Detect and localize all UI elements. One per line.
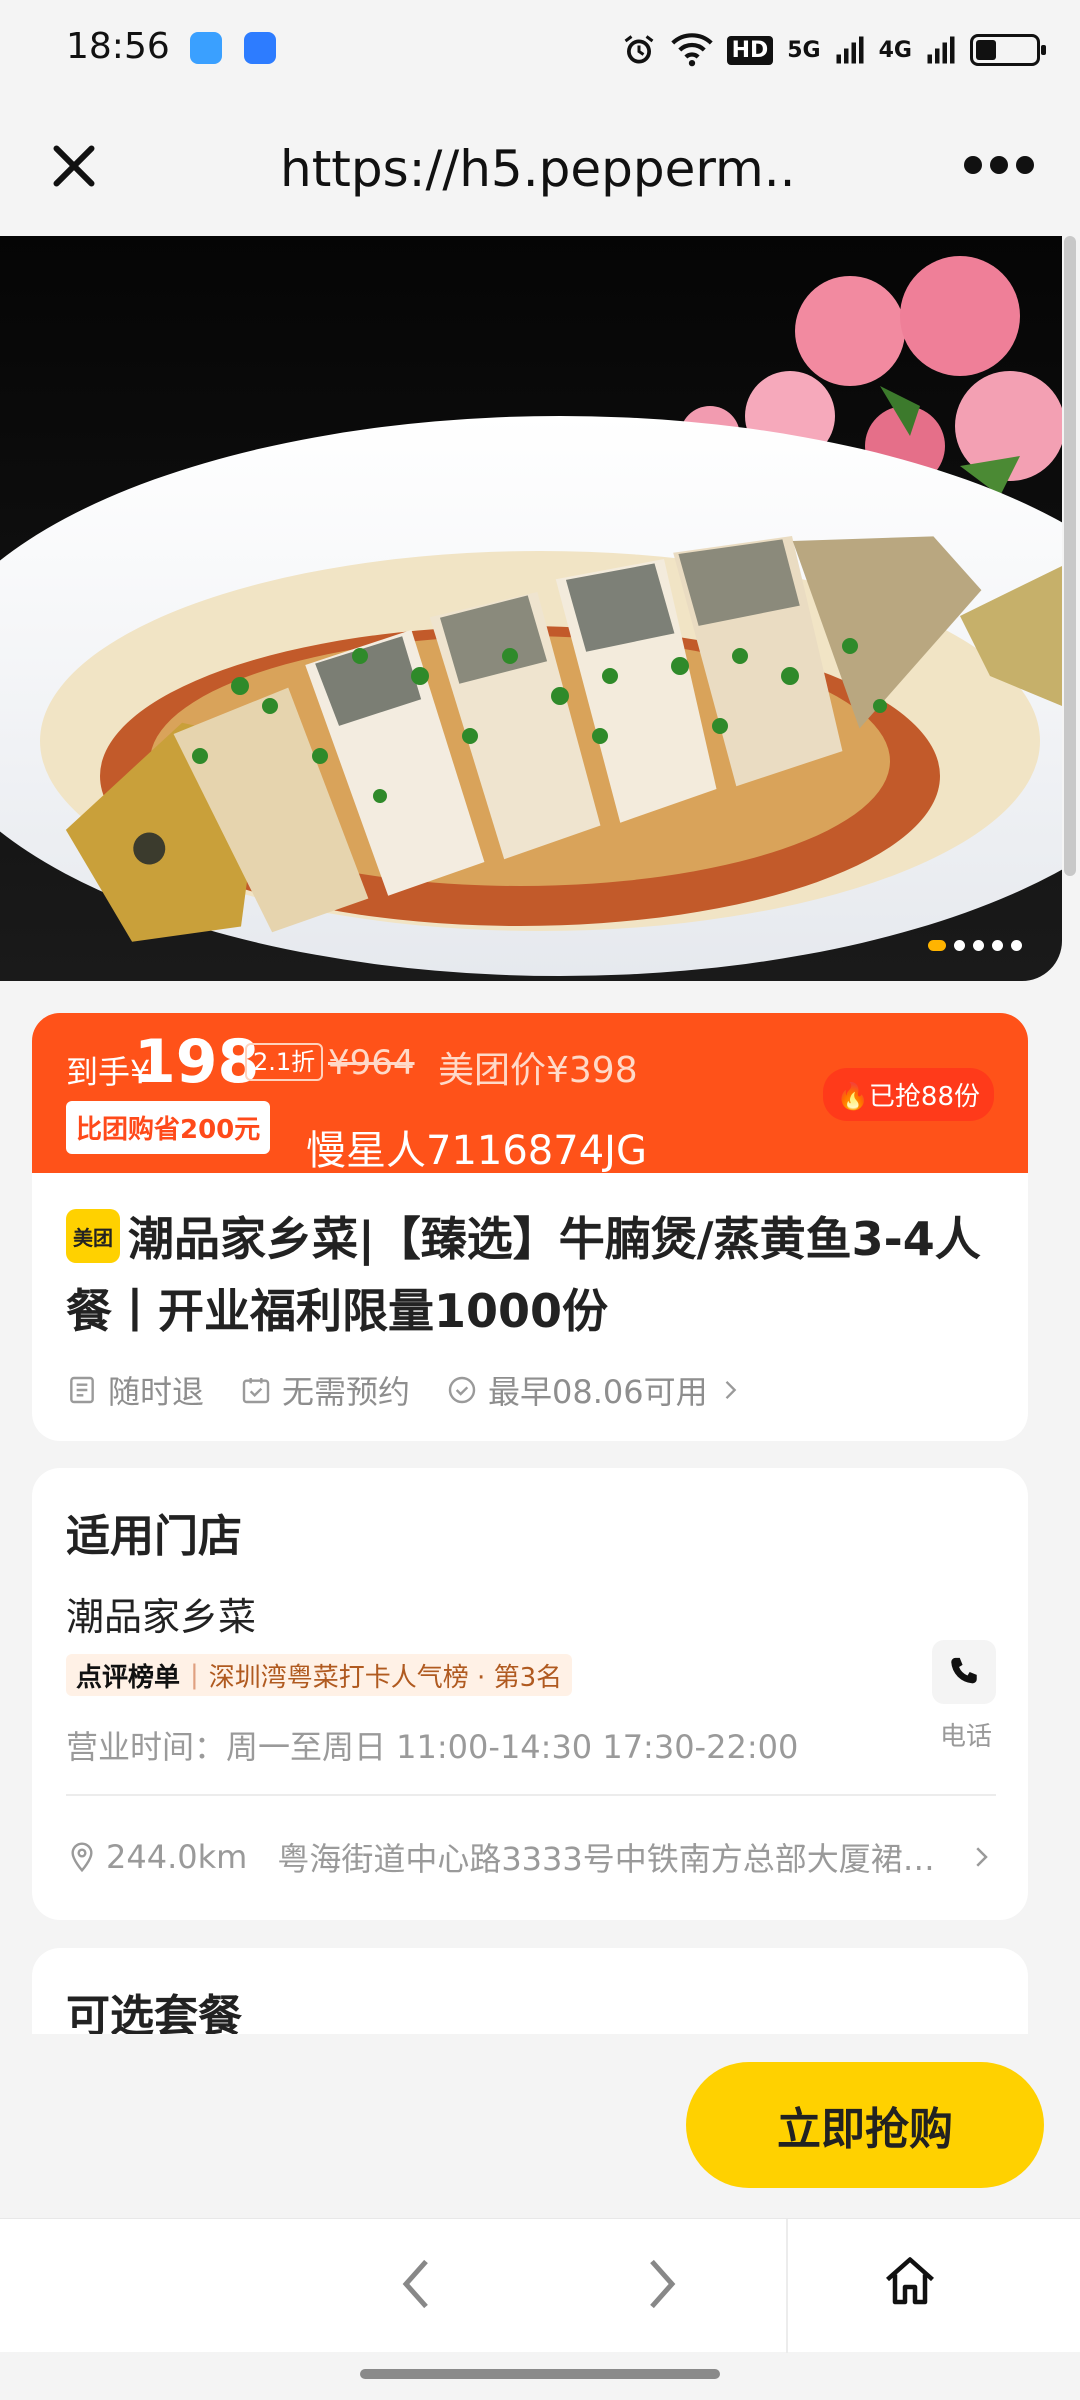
- feature-no-booking: 无需预约: [240, 1367, 410, 1413]
- carousel-dot: [992, 940, 1003, 951]
- notification-app-icon: [244, 32, 276, 64]
- hd-label: HD: [726, 35, 774, 65]
- hero-image-carousel[interactable]: [0, 236, 1062, 981]
- sim1-label: 5G: [787, 37, 821, 63]
- browser-bottom-nav: [0, 2218, 1080, 2353]
- address: 粤海街道中心路3333号中铁南方总部大厦裙楼...: [277, 1840, 958, 1878]
- meituan-price: 美团价¥398: [438, 1050, 638, 1091]
- chevron-left-icon[interactable]: [386, 2249, 446, 2319]
- signal-icon: [836, 36, 864, 64]
- location-pin-icon: [71, 1842, 93, 1873]
- chevron-right-icon: [976, 1847, 988, 1867]
- save-badge: 比团购省200元: [66, 1101, 271, 1154]
- home-indicator[interactable]: [360, 2369, 720, 2379]
- grabbed-count-badge: 🔥已抢88份: [822, 1068, 994, 1121]
- carousel-dot: [928, 940, 946, 951]
- discount-tag: 2.1折: [245, 1043, 324, 1081]
- close-button[interactable]: [44, 136, 104, 196]
- nav-separator: [786, 2219, 788, 2353]
- battery-icon: [970, 34, 1046, 66]
- sim2-label: 4G: [878, 37, 912, 63]
- product-title: 潮品家乡菜|【臻选】牛腩煲/蒸黄鱼3-4人餐丨开业福利限量1000份: [66, 1212, 981, 1338]
- status-bar: 18:56 HD 5G 4G: [0, 0, 1080, 100]
- carousel-dot: [954, 940, 965, 951]
- feature-label: 最早08.06可用: [488, 1373, 708, 1411]
- phone-label[interactable]: 电话: [940, 1716, 992, 1753]
- phone-icon[interactable]: [947, 1655, 981, 1689]
- browser-toolbar: https://h5.pepperm...: [0, 100, 1080, 236]
- phone-button[interactable]: [932, 1640, 996, 1704]
- scrollbar-thumb[interactable]: [1064, 236, 1076, 876]
- home-button[interactable]: [880, 2247, 940, 2317]
- store-name[interactable]: 潮品家乡菜: [66, 1586, 256, 1641]
- feature-label: 无需预约: [282, 1373, 411, 1411]
- alarm-icon: [624, 35, 653, 64]
- browser-app-icon: [190, 32, 222, 64]
- watermark-text: 慢星人7116874JG: [306, 1128, 647, 1174]
- url-text[interactable]: https://h5.pepperm...: [280, 140, 800, 198]
- carousel-dot: [973, 940, 984, 951]
- rank-separator: |: [190, 1660, 199, 1690]
- carousel-dot: [1011, 940, 1022, 951]
- buy-now-button[interactable]: 立即抢购: [686, 2062, 1044, 2188]
- back-button[interactable]: [386, 2249, 446, 2319]
- close-icon[interactable]: [44, 136, 104, 196]
- store-section-title: 适用门店: [66, 1511, 242, 1562]
- price-value: 198: [134, 1027, 260, 1097]
- store-card: 适用门店 潮品家乡菜 点评榜单 | 深圳湾粤菜打卡人气榜 · 第3名 营业时间：…: [32, 1468, 1028, 1920]
- product-card: 美团 潮品家乡菜|【臻选】牛腩煲/蒸黄鱼3-4人餐丨开业福利限量1000份 随时…: [32, 1173, 1028, 1441]
- business-hours: 营业时间：周一至周日 11:00-14:30 17:30-22:00: [66, 1728, 799, 1766]
- feature-row[interactable]: 随时退 无需预约 最早08.06可用: [66, 1367, 790, 1413]
- status-icons: HD 5G 4G: [621, 28, 1046, 72]
- feature-label: 随时退: [108, 1373, 205, 1411]
- wifi-icon: [670, 33, 713, 67]
- combo-card: 可选套餐: [32, 1948, 1028, 2034]
- food-photo: [0, 236, 1062, 981]
- chevron-right-icon[interactable]: [632, 2249, 692, 2319]
- rank-label: 点评榜单: [76, 1662, 181, 1693]
- distance: 244.0km: [106, 1838, 248, 1876]
- feature-refund: 随时退: [66, 1367, 204, 1413]
- carousel-indicator: [928, 940, 1022, 951]
- document-icon: [70, 1376, 94, 1404]
- divider: [66, 1794, 996, 1796]
- combo-section-title: 可选套餐: [66, 1991, 242, 2034]
- calendar-check-icon: [242, 1378, 270, 1404]
- feature-earliest-date[interactable]: 最早08.06可用: [446, 1367, 754, 1413]
- grabbed-text: 已抢88份: [868, 1082, 980, 1112]
- chevron-right-icon: [725, 1381, 736, 1399]
- more-icon[interactable]: [964, 156, 982, 174]
- signal-icon: [927, 36, 955, 64]
- check-circle-icon: [448, 1376, 476, 1404]
- fire-icon: 🔥: [836, 1082, 869, 1112]
- more-button[interactable]: [964, 150, 1034, 180]
- rank-description: 深圳湾粤菜打卡人气榜 · 第3名: [208, 1662, 563, 1693]
- status-time: 18:56: [66, 26, 170, 67]
- forward-button[interactable]: [632, 2249, 692, 2319]
- address-row[interactable]: 244.0km 粤海街道中心路3333号中铁南方总部大厦裙楼...: [66, 1834, 996, 1880]
- rank-badge[interactable]: 点评榜单 | 深圳湾粤菜打卡人气榜 · 第3名: [66, 1654, 573, 1696]
- home-icon[interactable]: [880, 2247, 940, 2317]
- original-price: ¥964: [328, 1043, 415, 1083]
